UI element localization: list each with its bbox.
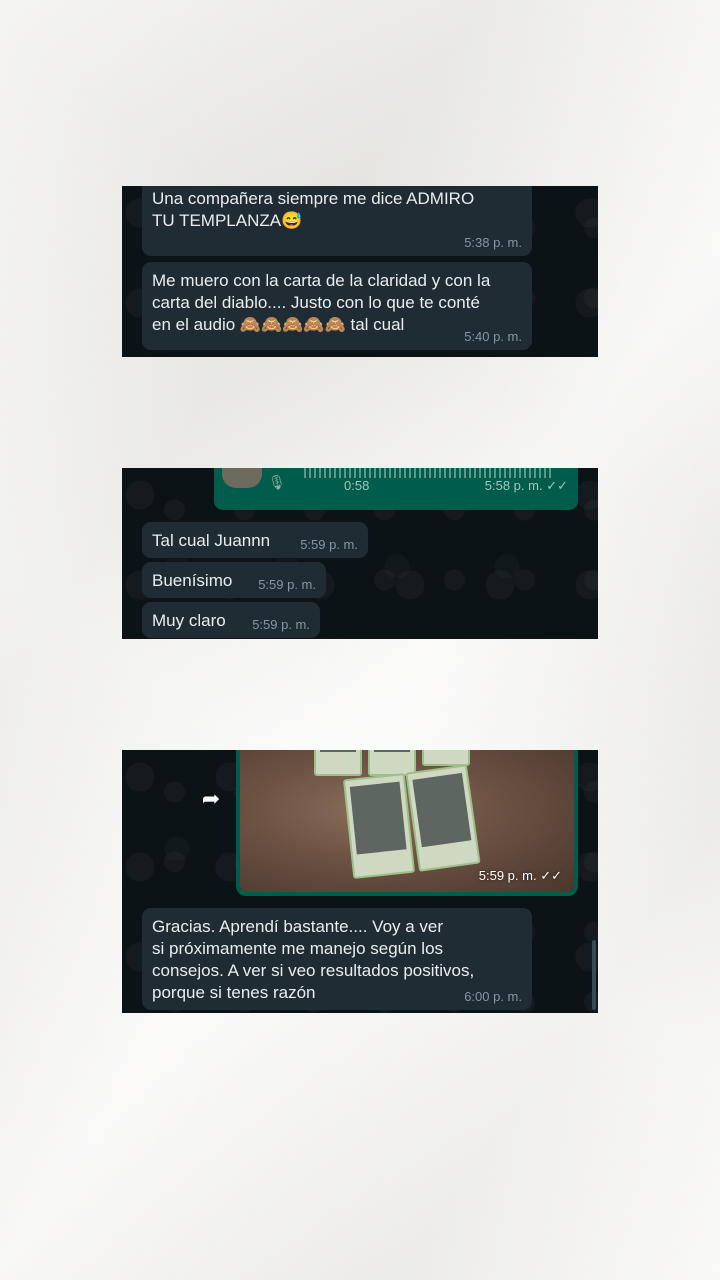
message-time: 5:38 p. m. [464,235,522,250]
chat-screenshot-2: 🎙 0:58 5:58 p. m. ✓✓ Tal cual Juannn 5:5… [122,468,598,639]
message-time: 5:59 p. m. ✓✓ [478,868,562,883]
message-bubble[interactable]: Una compañera siempre me dice ADMIRO TU … [142,186,532,256]
message-bubble[interactable]: Muy claro 5:59 p. m. [142,602,320,638]
tarot-card-image [342,773,416,879]
double-check-icon: ✓✓ [546,478,568,493]
grinning-sweat-emoji: 😅 [281,211,303,230]
message-time: 5:58 p. m. ✓✓ [484,478,568,493]
scrollbar[interactable] [592,940,596,1010]
chat-screenshot-1: Una compañera siempre me dice ADMIRO TU … [122,186,598,357]
audio-duration: 0:58 [344,478,370,493]
message-time: 5:40 p. m. [464,329,522,344]
message-bubble[interactable]: Me muero con la carta de la claridad y c… [142,262,532,350]
message-time: 5:59 p. m. [252,617,310,632]
message-time: 6:00 p. m. [464,989,522,1004]
tarot-card-image [314,750,362,776]
audio-waveform[interactable] [304,468,552,478]
image-message-bubble[interactable]: 5:59 p. m. ✓✓ [236,750,578,896]
microphone-icon: 🎙 [268,474,286,490]
forward-arrow-icon[interactable]: ➦ [196,784,226,814]
double-check-icon: ✓✓ [540,868,562,883]
message-bubble[interactable]: Gracias. Aprendí bastante.... Voy a ver … [142,908,532,1010]
message-text: Una compañera siempre me dice ADMIRO TU … [152,189,475,230]
message-bubble[interactable]: Buenísimo 5:59 p. m. [142,562,326,598]
see-no-evil-monkey-emoji: 🙈🙈🙈🙈🙈 [239,315,346,334]
message-time: 5:59 p. m. [300,537,358,552]
message-bubble[interactable]: Tal cual Juannn 5:59 p. m. [142,522,368,558]
avatar [222,468,262,488]
message-text: Me muero con la carta de la claridad y c… [152,271,491,334]
voice-message-bubble[interactable]: 🎙 0:58 5:58 p. m. ✓✓ [214,468,578,510]
tarot-card-image [405,764,481,872]
chat-screenshot-3: ➦ 5:59 p. m. ✓✓ Gracias. Aprendí bastant… [122,750,598,1013]
message-time: 5:59 p. m. [258,577,316,592]
tarot-cards-photo[interactable]: 5:59 p. m. ✓✓ [240,750,574,892]
